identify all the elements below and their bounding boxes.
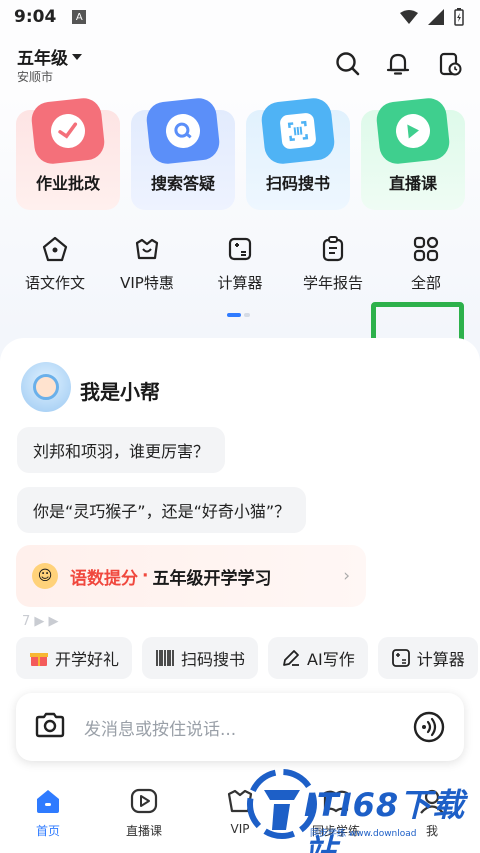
tool-scan-book[interactable]: 扫码搜书 [246, 96, 350, 210]
calculator-icon [225, 234, 255, 264]
status-time: 9:04 [14, 7, 57, 27]
status-icons [400, 8, 464, 26]
chip-label: AI写作 [307, 650, 355, 669]
page-indicator [227, 313, 250, 317]
tool-label: VIP特惠 [120, 274, 174, 292]
scan-icon [259, 96, 337, 166]
tab-label: 首页 [35, 824, 60, 838]
vip-bag-icon [225, 786, 255, 816]
promo-banner[interactable]: ☺ 语数提分 · 五年级开学学习 › [16, 545, 366, 607]
message-input-bar[interactable]: 发消息或按住说话... [16, 693, 464, 761]
faded-label: 7 ▶ ▶ [22, 614, 59, 629]
search-q-icon [144, 96, 222, 166]
history-icon[interactable] [436, 50, 464, 78]
tool-label: 学年报告 [302, 274, 363, 292]
tool-all[interactable]: 全部 [386, 234, 466, 293]
battery-icon [454, 8, 464, 26]
play-tv-icon [374, 96, 452, 166]
clipboard-icon [318, 234, 348, 264]
tool-calculator[interactable]: 计算器 [200, 234, 280, 293]
chip-scan-book[interactable]: 扫码搜书 [142, 637, 259, 679]
tool-search-answer[interactable]: 搜索答疑 [131, 96, 235, 210]
tab-label: 同步学练 [311, 824, 360, 838]
suggestion-bubble[interactable]: 刘邦和项羽，谁更厉害？ [17, 427, 226, 473]
tool-composition[interactable]: 语文作文 [15, 234, 95, 293]
tool-label: 作业批改 [35, 174, 100, 193]
chip-label: 开学好礼 [55, 650, 120, 669]
chevron-right-icon: › [343, 566, 350, 586]
tool-label: 扫码搜书 [265, 174, 330, 193]
bot-name: 我是小帮 [80, 380, 160, 404]
bell-icon[interactable] [384, 50, 412, 78]
book-icon [321, 786, 351, 816]
checkmark-icon [29, 96, 107, 166]
promo-red-text: 语数提分 [70, 568, 138, 589]
tool-homework-check[interactable]: 作业批改 [16, 96, 120, 210]
tab-label: 直播课 [125, 824, 162, 838]
tool-vip-deal[interactable]: VIP特惠 [107, 234, 187, 293]
tool-label: 计算器 [217, 274, 263, 292]
chip-gift[interactable]: 开学好礼 [16, 637, 133, 679]
promo-text: 五年级开学学习 [152, 568, 272, 589]
pencil-pentagon-icon [40, 234, 70, 264]
chip-label: 扫码搜书 [181, 650, 246, 669]
gift-icon [29, 648, 49, 668]
signal-icon [428, 9, 444, 25]
tool-label: 搜索答疑 [150, 174, 215, 193]
tab-vip[interactable]: VIP [200, 786, 280, 836]
tab-label: 我 [425, 824, 438, 838]
grade-label: 五年级 [17, 49, 68, 69]
caret-down-icon [72, 53, 82, 60]
voice-icon[interactable] [412, 710, 446, 744]
play-circle-icon [129, 786, 159, 816]
tool-live-class[interactable]: 直播课 [361, 96, 465, 210]
user-icon [417, 786, 447, 816]
chip-label: 计算器 [416, 650, 465, 669]
message-input[interactable]: 发消息或按住说话... [84, 715, 236, 740]
barcode-icon [155, 648, 175, 668]
status-bar: 9:04 A [0, 0, 480, 34]
tools-area: 作业批改 搜索答疑 扫码搜书 直播课 语文作文 VIP特惠 计算器 学年报告 全… [0, 94, 480, 408]
chip-ai-writing[interactable]: AI写作 [268, 637, 368, 679]
grade-selector[interactable]: 五年级 [17, 44, 82, 69]
bot-avatar [21, 362, 71, 412]
tab-live[interactable]: 直播课 [104, 786, 184, 839]
search-icon[interactable] [334, 50, 362, 78]
quick-chips: 开学好礼 扫码搜书 AI写作 计算器 [16, 637, 478, 679]
vip-bag-icon [132, 234, 162, 264]
notification-a-icon: A [72, 10, 87, 24]
tool-year-report[interactable]: 学年报告 [293, 234, 373, 293]
wifi-icon [400, 10, 418, 24]
grid-four-icon [411, 234, 441, 264]
pen-icon [281, 648, 301, 668]
tab-sync-practice[interactable]: 同步学练 [296, 786, 376, 839]
city-label: 安顺市 [17, 70, 54, 84]
bottom-tab-bar: 首页 直播课 VIP 同步学练 我 [0, 778, 480, 853]
tab-label: VIP [230, 822, 250, 836]
suggestion-bubble[interactable]: 你是“灵巧猴子”，还是“好奇小猫”？ [17, 487, 307, 533]
calculator-icon [391, 648, 411, 668]
chip-calculator[interactable]: 计算器 [377, 637, 478, 679]
promo-dot: · [142, 566, 149, 586]
camera-icon[interactable] [34, 711, 66, 743]
tool-label: 语文作文 [24, 274, 85, 292]
tool-label: 全部 [410, 274, 441, 292]
header: 五年级 安顺市 [0, 34, 480, 94]
tab-me[interactable]: 我 [392, 786, 472, 839]
tab-home[interactable]: 首页 [8, 786, 88, 839]
tool-label: 直播课 [388, 174, 437, 193]
home-icon [33, 786, 63, 816]
smile-face-icon: ☺ [32, 563, 58, 589]
